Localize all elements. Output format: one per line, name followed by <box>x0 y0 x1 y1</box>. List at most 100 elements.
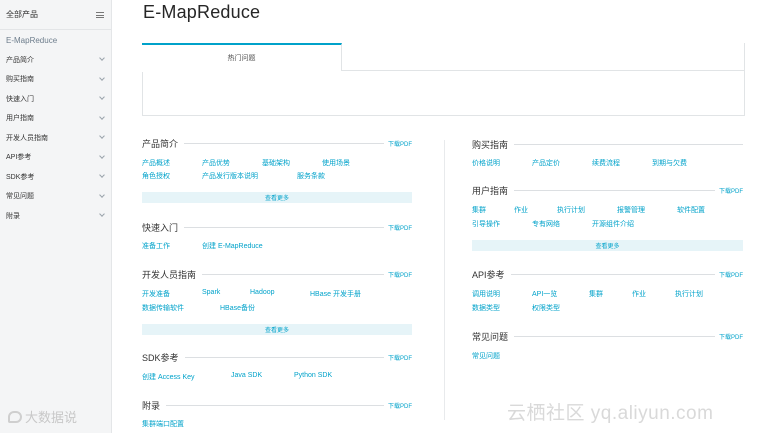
link-access-key[interactable]: 创建 Access Key <box>142 372 195 382</box>
section-title: API参考 <box>472 267 511 281</box>
tab-strip: 热门问题 <box>142 43 745 72</box>
sidebar-item-user-guide[interactable]: 用户指南 <box>0 109 111 129</box>
link-scenarios[interactable]: 使用场景 <box>322 158 350 168</box>
section-title: 用户指南 <box>472 183 515 197</box>
link-expiration[interactable]: 到期与欠费 <box>652 158 687 168</box>
link-release-notes[interactable]: 产品发行版本说明 <box>202 171 258 181</box>
link-overview[interactable]: 产品概述 <box>142 158 170 168</box>
link-python-sdk[interactable]: Python SDK <box>294 372 332 379</box>
link-api-cluster[interactable]: 集群 <box>589 289 603 299</box>
link-data-types[interactable]: 数据类型 <box>472 303 500 313</box>
sidebar: 全部产品 E-MapReduce 产品简介 购买指南 快速入门 用户指南 开发人… <box>0 0 112 433</box>
chevron-down-icon <box>99 172 105 179</box>
link-architecture[interactable]: 基础架构 <box>262 158 290 168</box>
view-more-button[interactable]: 查看更多 <box>142 324 412 335</box>
download-pdf-link[interactable]: 下载PDF <box>383 138 412 148</box>
page-title: E-MapReduce <box>143 2 261 22</box>
sidebar-item-purchase-guide[interactable]: 购买指南 <box>0 70 111 90</box>
link-renewal[interactable]: 续费流程 <box>592 158 620 168</box>
sidebar-product-name[interactable]: E-MapReduce <box>0 30 111 50</box>
section-quick-start: 快速入门 下载PDF 准备工作 创建 E-MapReduce <box>142 220 412 257</box>
link-permission-types[interactable]: 权限类型 <box>532 303 560 313</box>
column-divider <box>444 140 445 420</box>
link-vpc[interactable]: 专有网络 <box>532 219 560 229</box>
download-pdf-link[interactable]: 下载PDF <box>714 331 743 341</box>
link-terms[interactable]: 服务条款 <box>297 171 325 181</box>
sidebar-item-api-reference[interactable]: API参考 <box>0 148 111 168</box>
download-pdf-link[interactable]: 下载PDF <box>383 352 412 362</box>
section-divider <box>514 336 715 337</box>
chevron-down-icon <box>99 191 105 198</box>
link-advantages[interactable]: 产品优势 <box>202 158 230 168</box>
chevron-down-icon <box>99 133 105 140</box>
link-data-transfer[interactable]: 数据传输软件 <box>142 303 184 313</box>
download-pdf-link[interactable]: 下载PDF <box>383 400 412 410</box>
sidebar-item-quick-start[interactable]: 快速入门 <box>0 89 111 109</box>
link-preparation[interactable]: 准备工作 <box>142 241 170 251</box>
chevron-down-icon <box>99 94 105 101</box>
section-divider <box>166 405 384 406</box>
link-cluster-ports[interactable]: 集群端口配置 <box>142 419 184 429</box>
sidebar-item-dev-guide[interactable]: 开发人员指南 <box>0 128 111 148</box>
section-api-reference: API参考 下载PDF 调用说明 API一览 集群 作业 执行计划 数据类型 权限… <box>472 267 743 320</box>
section-title: 开发人员指南 <box>142 267 203 281</box>
section-divider <box>202 274 384 275</box>
section-divider <box>184 357 384 358</box>
section-title: SDK参考 <box>142 350 185 364</box>
sidebar-item-label: 用户指南 <box>6 115 34 123</box>
sidebar-item-faq[interactable]: 常见问题 <box>0 187 111 207</box>
link-hbase-backup[interactable]: HBase备份 <box>220 303 255 313</box>
section-title: 附录 <box>142 398 167 412</box>
view-more-button[interactable]: 查看更多 <box>142 192 412 203</box>
sidebar-item-label: 附录 <box>6 212 20 220</box>
section-dev-guide: 开发人员指南 下载PDF 开发准备 Spark Hadoop HBase 开发手册… <box>142 267 412 340</box>
sidebar-item-label: 产品简介 <box>6 56 34 64</box>
link-hbase-manual[interactable]: HBase 开发手册 <box>310 289 361 299</box>
download-pdf-link[interactable]: 下载PDF <box>714 269 743 279</box>
chevron-down-icon <box>99 55 105 62</box>
menu-icon[interactable] <box>96 11 104 18</box>
link-dev-preparation[interactable]: 开发准备 <box>142 289 170 299</box>
download-pdf-link[interactable]: 下载PDF <box>714 185 743 195</box>
wechat-logo-icon <box>8 410 22 423</box>
link-product-pricing[interactable]: 产品定价 <box>532 158 560 168</box>
chevron-down-icon <box>99 211 105 218</box>
section-product-intro: 产品简介 下载PDF 产品概述 产品优势 基础架构 使用场景 角色授权 产品发行版… <box>142 136 412 207</box>
chevron-down-icon <box>99 113 105 120</box>
section-sdk-reference: SDK参考 下载PDF 创建 Access Key Java SDK Python… <box>142 350 412 387</box>
link-job[interactable]: 作业 <box>514 205 528 215</box>
sidebar-item-product-intro[interactable]: 产品简介 <box>0 50 111 70</box>
tab-hot-questions[interactable]: 热门问题 <box>142 43 342 72</box>
view-more-button[interactable]: 查看更多 <box>472 240 743 251</box>
download-pdf-link[interactable]: 下载PDF <box>383 222 412 232</box>
link-api-execution-plan[interactable]: 执行计划 <box>675 289 703 299</box>
link-hadoop[interactable]: Hadoop <box>250 289 275 296</box>
link-call-instructions[interactable]: 调用说明 <box>472 289 500 299</box>
link-api-list[interactable]: API一览 <box>532 289 557 299</box>
section-divider <box>514 144 743 145</box>
link-cluster[interactable]: 集群 <box>472 205 486 215</box>
section-title: 产品简介 <box>142 136 185 150</box>
link-software-config[interactable]: 软件配置 <box>677 205 705 215</box>
sidebar-item-sdk-reference[interactable]: SDK参考 <box>0 167 111 187</box>
link-execution-plan[interactable]: 执行计划 <box>557 205 585 215</box>
watermark-right: 云栖社区 yq.aliyun.com <box>507 403 714 424</box>
link-java-sdk[interactable]: Java SDK <box>231 372 262 379</box>
link-api-job[interactable]: 作业 <box>632 289 646 299</box>
sidebar-header[interactable]: 全部产品 <box>0 0 111 30</box>
watermark-left-text: 大数据说 <box>25 410 78 425</box>
section-purchase-guide: 购买指南 价格说明 产品定价 续费流程 到期与欠费 <box>472 137 743 174</box>
chevron-down-icon <box>99 74 105 81</box>
download-pdf-link[interactable]: 下载PDF <box>383 269 412 279</box>
link-role-auth[interactable]: 角色授权 <box>142 171 170 181</box>
link-spark[interactable]: Spark <box>202 289 220 296</box>
section-divider <box>514 190 715 191</box>
link-alarm-management[interactable]: 报警管理 <box>617 205 645 215</box>
sidebar-item-appendix[interactable]: 附录 <box>0 206 111 226</box>
link-faq[interactable]: 常见问题 <box>472 351 500 361</box>
link-pricing[interactable]: 价格说明 <box>472 158 500 168</box>
link-bootstrap[interactable]: 引导操作 <box>472 219 500 229</box>
link-open-source-components[interactable]: 开源组件介绍 <box>592 219 634 229</box>
sidebar-item-label: API参考 <box>6 154 32 162</box>
link-create-emr[interactable]: 创建 E-MapReduce <box>202 241 263 251</box>
